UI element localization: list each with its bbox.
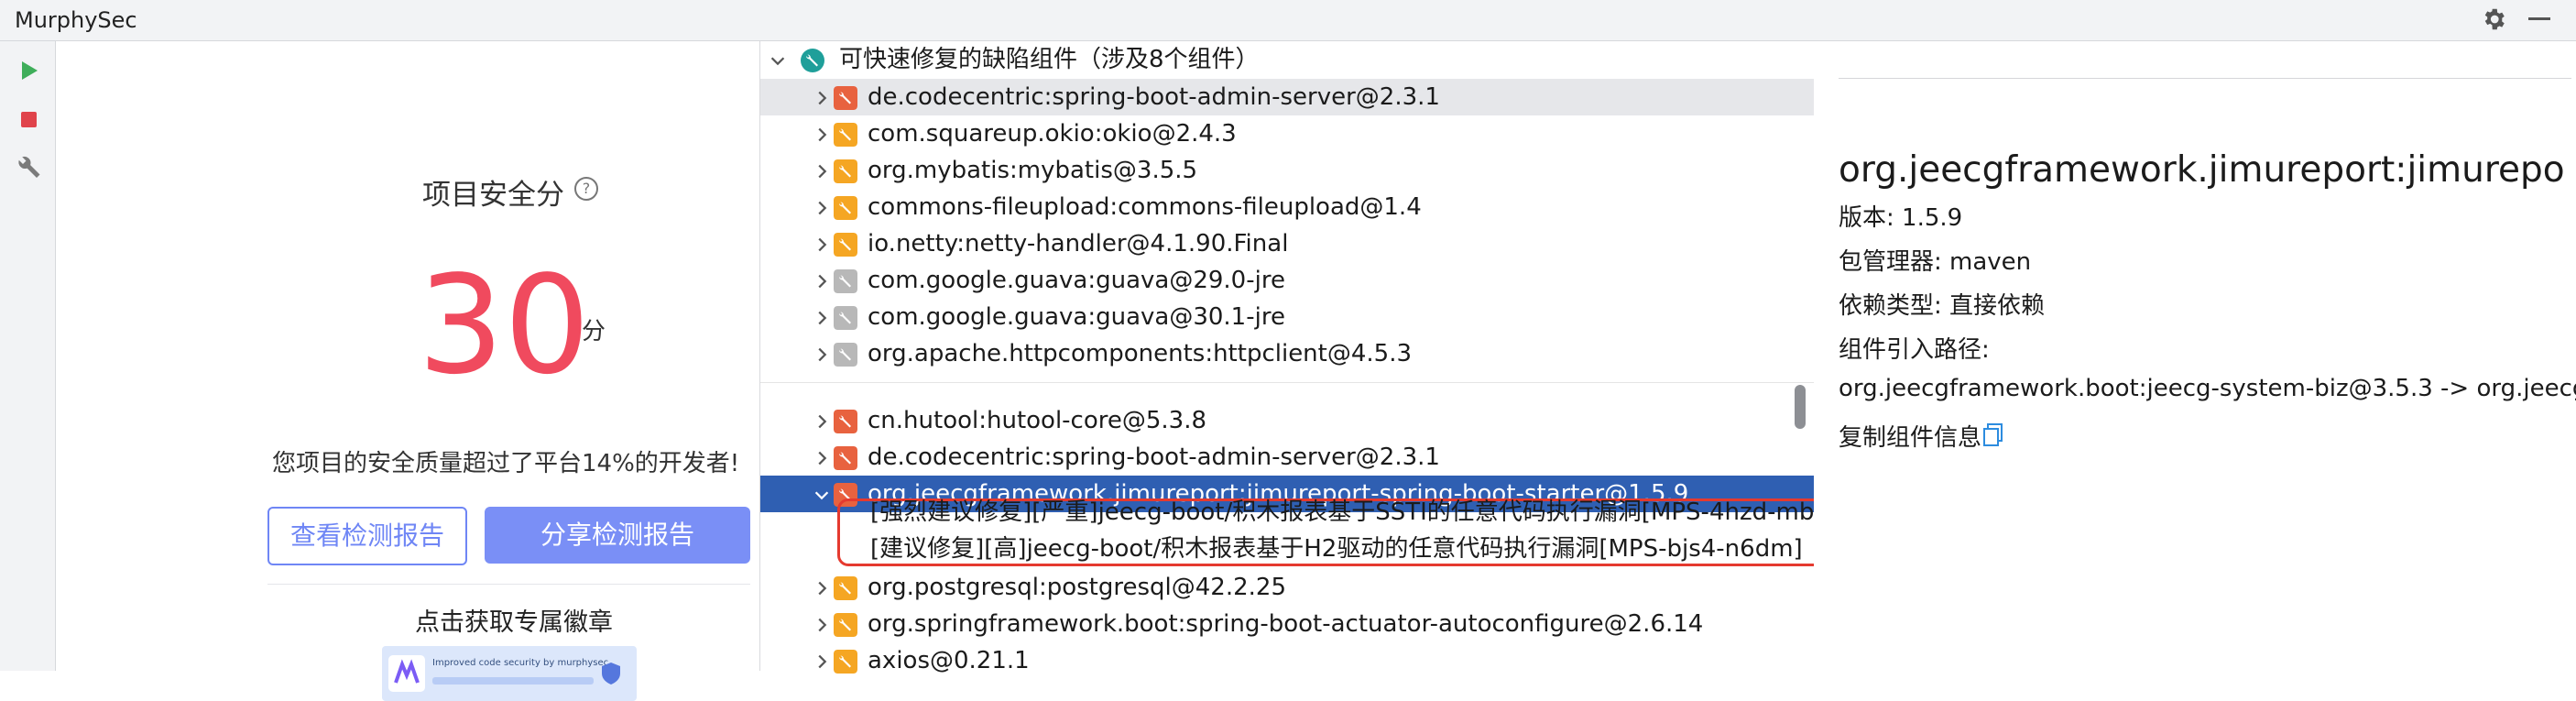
component-label: org.apache.httpcomponents:httpclient@4.5… bbox=[868, 340, 1413, 367]
badge-bar bbox=[432, 677, 594, 685]
gear-icon[interactable] bbox=[2480, 5, 2507, 33]
component-label: de.codecentric:spring-boot-admin-server@… bbox=[868, 83, 1440, 111]
tree-row[interactable]: com.google.guava:guava@29.0-jre bbox=[760, 262, 1814, 299]
tree-root[interactable]: 可快速修复的缺陷组件（涉及8个组件） bbox=[760, 41, 1814, 78]
wrench-icon bbox=[801, 49, 824, 72]
tool-strip bbox=[0, 41, 56, 671]
help-icon[interactable]: ? bbox=[574, 177, 598, 201]
tree-scrollbar[interactable] bbox=[1795, 385, 1806, 429]
chevron-right-icon[interactable] bbox=[812, 448, 832, 468]
dependency-path: org.jeecgframework.boot:jeecg-system-biz… bbox=[1839, 375, 2576, 402]
tree-row[interactable]: org.mybatis:mybatis@3.5.5 bbox=[760, 152, 1814, 189]
badge-text: Improved code security by murphysec bbox=[432, 658, 609, 668]
component-version: 版本: 1.5.9 bbox=[1839, 204, 1963, 232]
app-title: MurphySec bbox=[15, 7, 137, 33]
component-wrench-icon bbox=[834, 410, 857, 433]
component-wrench-icon bbox=[834, 343, 857, 367]
component-label: io.netty:netty-handler@4.1.90.Final bbox=[868, 230, 1289, 257]
component-wrench-icon bbox=[834, 306, 857, 330]
component-wrench-icon bbox=[834, 483, 857, 507]
tree-root-label: 可快速修复的缺陷组件（涉及8个组件） bbox=[839, 46, 1260, 73]
chevron-right-icon[interactable] bbox=[812, 88, 832, 108]
chevron-right-icon[interactable] bbox=[812, 615, 832, 635]
wrench-icon[interactable] bbox=[15, 152, 42, 180]
dependency-type: 依赖类型: 直接依赖 bbox=[1839, 292, 2046, 320]
component-wrench-icon bbox=[834, 613, 857, 637]
component-title: org.jeecgframework.jimureport:jimurepo bbox=[1839, 149, 2565, 191]
chevron-right-icon[interactable] bbox=[812, 345, 832, 365]
murphysec-logo-icon bbox=[388, 655, 425, 692]
component-label: org.mybatis:mybatis@3.5.5 bbox=[868, 157, 1198, 184]
component-wrench-icon bbox=[834, 233, 857, 257]
share-report-button[interactable]: 分享检测报告 bbox=[485, 507, 750, 564]
security-badge[interactable]: Improved code security by murphysec bbox=[382, 646, 637, 701]
tree-row[interactable]: cn.hutool:hutool-core@5.3.8 bbox=[760, 402, 1814, 439]
play-icon[interactable] bbox=[15, 57, 42, 84]
chevron-right-icon[interactable] bbox=[812, 235, 832, 255]
component-label: de.codecentric:spring-boot-admin-server@… bbox=[868, 444, 1440, 471]
component-label: org.postgresql:postgresql@42.2.25 bbox=[868, 574, 1286, 601]
tree-row[interactable]: org.apache.httpcomponents:httpclient@4.5… bbox=[760, 335, 1814, 372]
component-wrench-icon bbox=[834, 86, 857, 110]
chevron-right-icon[interactable] bbox=[812, 578, 832, 598]
tree-row[interactable]: org.springframework.boot:spring-boot-act… bbox=[760, 606, 1814, 642]
component-wrench-icon bbox=[834, 576, 857, 600]
minimize-icon[interactable] bbox=[2528, 17, 2550, 20]
component-label: axios@0.21.1 bbox=[868, 647, 1030, 674]
path-label: 组件引入路径: bbox=[1839, 336, 1990, 364]
section-divider bbox=[760, 382, 1814, 394]
chevron-down-icon[interactable] bbox=[812, 485, 832, 505]
component-label: org.springframework.boot:spring-boot-act… bbox=[868, 610, 1704, 638]
chevron-right-icon[interactable] bbox=[812, 125, 832, 145]
component-label: com.google.guava:guava@30.1-jre bbox=[868, 303, 1285, 331]
chevron-right-icon[interactable] bbox=[812, 411, 832, 432]
component-wrench-icon bbox=[834, 196, 857, 220]
component-wrench-icon bbox=[834, 446, 857, 470]
chevron-right-icon[interactable] bbox=[812, 271, 832, 291]
detail-panel: org.jeecgframework.jimureport:jimurepo 版… bbox=[1814, 41, 2576, 671]
component-label: com.squareup.okio:okio@2.4.3 bbox=[868, 120, 1237, 148]
vulnerability-item[interactable]: [建议修复][高]jeecg-boot/积木报表基于H2驱动的任意代码执行漏洞[… bbox=[870, 530, 1803, 564]
tree-row[interactable]: commons-fileupload:commons-fileupload@1.… bbox=[760, 189, 1814, 225]
tree-row[interactable]: io.netty:netty-handler@4.1.90.Final bbox=[760, 225, 1814, 262]
badge-title: 点击获取专属徽章 bbox=[415, 608, 613, 637]
summary-panel: 项目安全分 ? 30 分 您项目的安全质量超过了平台14%的开发者! 查看检测报… bbox=[56, 41, 759, 701]
tree-row[interactable]: de.codecentric:spring-boot-admin-server@… bbox=[760, 79, 1814, 115]
component-label: com.google.guava:guava@29.0-jre bbox=[868, 267, 1285, 294]
chevron-right-icon[interactable] bbox=[812, 308, 832, 328]
component-wrench-icon bbox=[834, 269, 857, 293]
component-label: commons-fileupload:commons-fileupload@1.… bbox=[868, 193, 1422, 221]
package-manager: 包管理器: maven bbox=[1839, 248, 2032, 276]
score-title: 项目安全分 bbox=[422, 179, 564, 212]
chevron-down-icon[interactable] bbox=[768, 50, 788, 71]
chevron-right-icon[interactable] bbox=[812, 161, 832, 181]
component-wrench-icon bbox=[834, 650, 857, 674]
stop-icon[interactable] bbox=[15, 105, 42, 133]
component-wrench-icon bbox=[834, 159, 857, 183]
component-wrench-icon bbox=[834, 123, 857, 147]
shield-icon bbox=[602, 663, 620, 685]
chevron-right-icon[interactable] bbox=[812, 652, 832, 672]
divider bbox=[1839, 78, 2571, 79]
component-tree: 可快速修复的缺陷组件（涉及8个组件） de.codecentric:spring… bbox=[759, 41, 1815, 674]
view-report-button[interactable]: 查看检测报告 bbox=[267, 507, 467, 565]
tree-row[interactable]: com.google.guava:guava@30.1-jre bbox=[760, 299, 1814, 335]
tree-row[interactable]: org.postgresql:postgresql@42.2.25 bbox=[760, 569, 1814, 606]
tree-row[interactable]: com.squareup.okio:okio@2.4.3 bbox=[760, 115, 1814, 152]
title-bar: MurphySec bbox=[0, 0, 2576, 41]
component-label: cn.hutool:hutool-core@5.3.8 bbox=[868, 407, 1207, 434]
chevron-right-icon[interactable] bbox=[812, 198, 832, 218]
tree-row[interactable]: de.codecentric:spring-boot-admin-server@… bbox=[760, 439, 1814, 476]
copy-info-link[interactable]: 复制组件信息 bbox=[1839, 419, 1981, 453]
copy-icon[interactable] bbox=[1983, 423, 2003, 447]
tree-row[interactable]: axios@0.21.1 bbox=[760, 642, 1814, 679]
vulnerability-item[interactable]: [强烈建议修复][严重]jeecg-boot/积木报表基于SSTI的任意代码执行… bbox=[870, 493, 1829, 527]
security-score: 30 bbox=[418, 246, 591, 404]
divider bbox=[267, 584, 750, 585]
score-unit: 分 bbox=[582, 318, 606, 345]
score-description: 您项目的安全质量超过了平台14%的开发者! bbox=[272, 450, 740, 477]
